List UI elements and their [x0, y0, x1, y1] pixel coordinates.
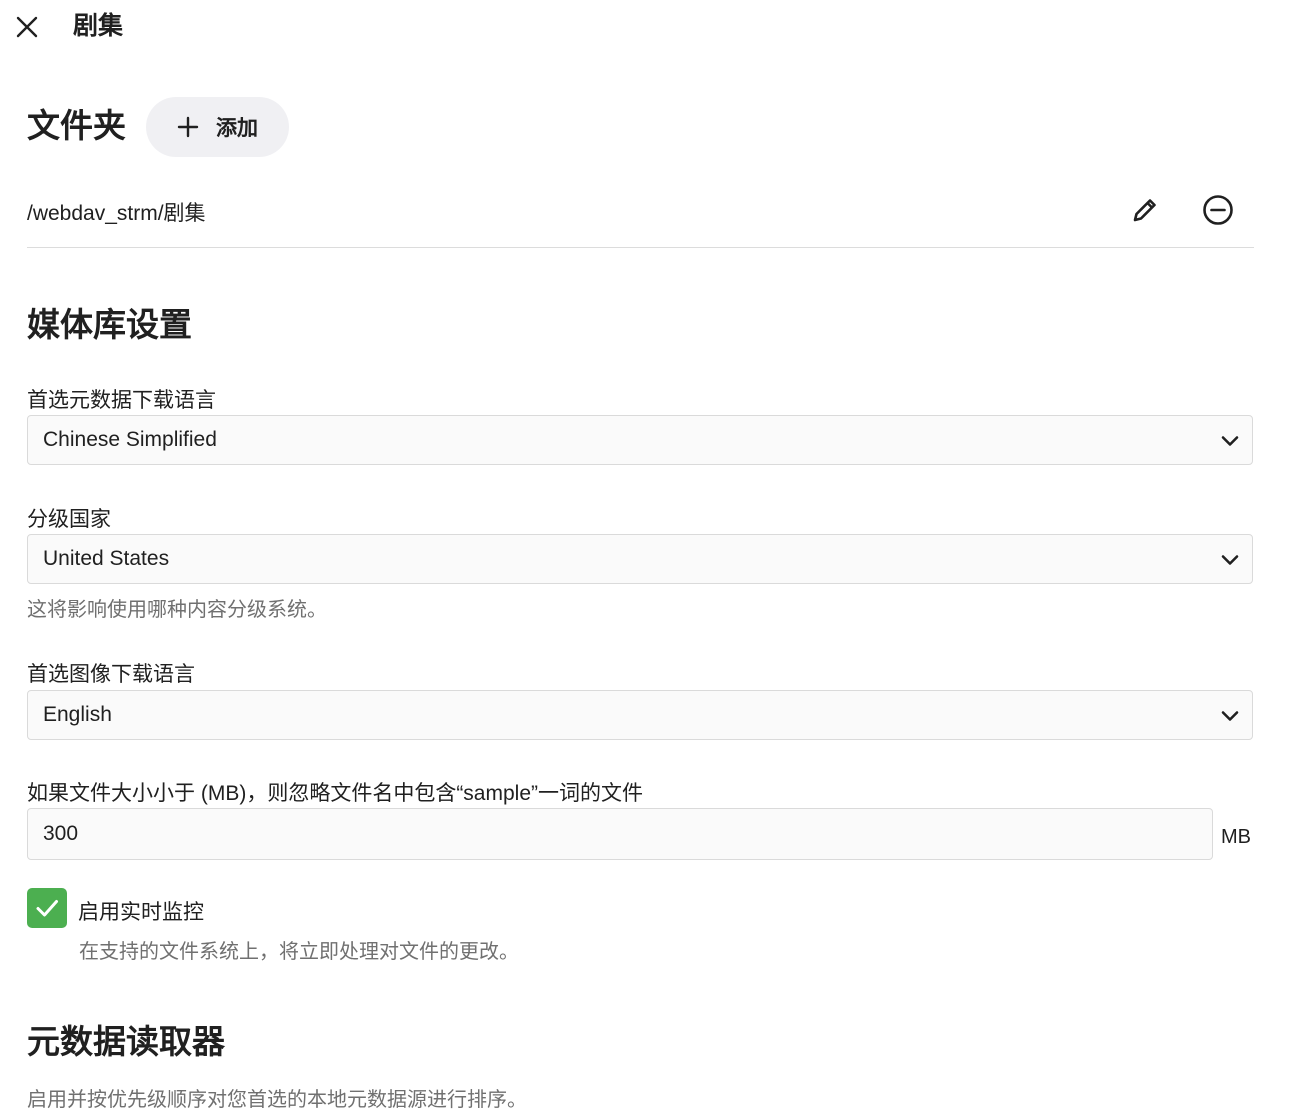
- metadata-language-select[interactable]: Chinese Simplified: [27, 415, 1253, 465]
- remove-folder-button[interactable]: [1198, 190, 1238, 230]
- image-language-value: English: [43, 703, 112, 726]
- checkmark-icon: [36, 900, 58, 917]
- rating-country-value: United States: [43, 547, 170, 570]
- rating-country-label: 分级国家: [27, 508, 111, 531]
- edit-folder-button[interactable]: [1125, 190, 1165, 230]
- image-language-select[interactable]: English: [27, 690, 1253, 740]
- pencil-icon: [1133, 199, 1156, 222]
- close-button[interactable]: [10, 10, 44, 44]
- chevron-down-icon: [1221, 436, 1239, 446]
- metadata-language-value: Chinese Simplified: [43, 428, 217, 451]
- chevron-down-icon: [1221, 555, 1239, 565]
- rating-country-help: 这将影响使用哪种内容分级系统。: [27, 599, 327, 621]
- realtime-monitor-help: 在支持的文件系统上，将立即处理对文件的更改。: [79, 941, 519, 963]
- sample-size-unit: MB: [1221, 826, 1251, 848]
- sample-ignore-label: 如果文件大小小于 (MB)，则忽略文件名中包含“sample”一词的文件: [27, 782, 644, 805]
- remove-circle-icon: [1203, 195, 1233, 225]
- image-language-label: 首选图像下载语言: [27, 663, 195, 686]
- sample-size-input[interactable]: [27, 808, 1213, 860]
- metadata-language-label: 首选元数据下载语言: [27, 389, 216, 412]
- metadata-readers-help: 启用并按优先级顺序对您首选的本地元数据源进行排序。: [27, 1089, 527, 1110]
- metadata-readers-title: 元数据读取器: [27, 1023, 225, 1060]
- rating-country-select[interactable]: United States: [27, 534, 1253, 584]
- realtime-monitor-label[interactable]: 启用实时监控: [78, 896, 204, 926]
- realtime-monitor-checkbox[interactable]: [27, 888, 67, 928]
- page-title: 剧集: [73, 12, 124, 40]
- folders-title: 文件夹: [27, 107, 126, 144]
- folder-path: /webdav_strm/剧集: [27, 202, 206, 225]
- folder-row: /webdav_strm/剧集: [27, 180, 1254, 248]
- close-icon: [16, 16, 38, 38]
- library-settings-title: 媒体库设置: [27, 306, 192, 343]
- plus-icon: [177, 116, 199, 138]
- add-folder-button[interactable]: 添加: [146, 97, 289, 157]
- chevron-down-icon: [1221, 711, 1239, 721]
- library-editor-page: 剧集 文件夹 添加 /webdav_strm/剧集 媒体库设置 首选元数据下载语…: [0, 0, 1304, 1110]
- header: 剧集: [0, 0, 1304, 54]
- add-folder-label: 添加: [216, 117, 258, 140]
